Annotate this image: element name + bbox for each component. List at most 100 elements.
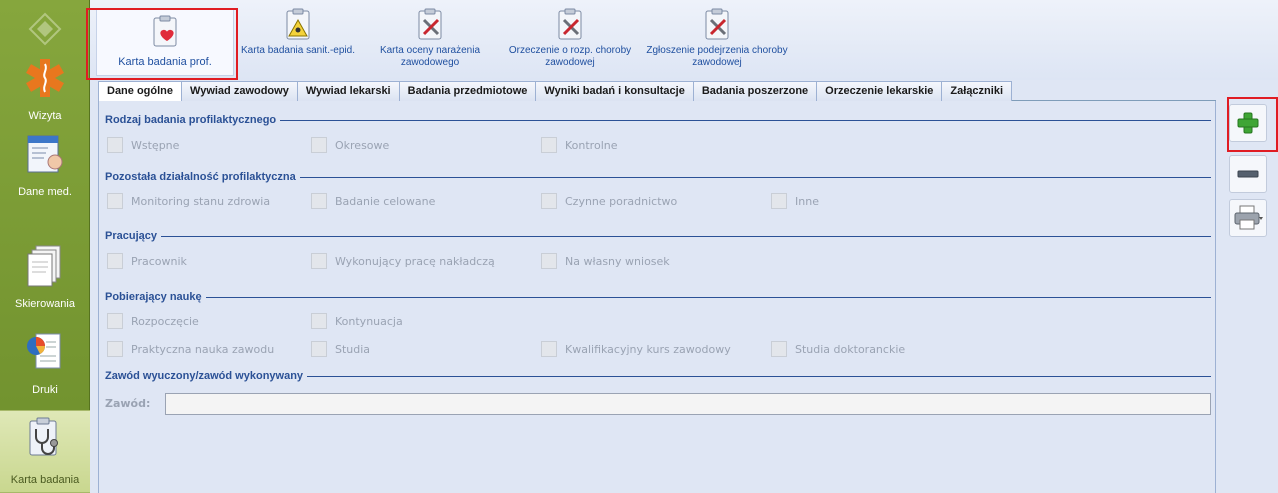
tab-wyniki-badan[interactable]: Wyniki badań i konsultacje [535, 81, 694, 101]
sidebar-item-label: Wizyta [28, 110, 62, 122]
checkbox-box[interactable] [107, 253, 123, 269]
checkbox-box[interactable] [771, 341, 787, 357]
toolbar-button-label: Karta oceny narażenia zawodowego [379, 45, 481, 68]
clipboard-hazard-icon [286, 8, 310, 40]
plus-icon [1237, 112, 1259, 134]
checkbox-box[interactable] [541, 253, 557, 269]
checkbox-praca-nakladcza[interactable]: Wykonujący pracę nakładczą [311, 252, 495, 270]
logo-icon [28, 12, 62, 46]
section-divider [205, 296, 1211, 298]
documents-icon [27, 245, 61, 287]
sidebar-item-druki[interactable]: Druki [0, 326, 90, 402]
sidebar-item-karta-badania[interactable]: Karta badania [0, 410, 90, 493]
clipboard-heart-icon [153, 15, 177, 47]
checkbox-monitoring[interactable]: Monitoring stanu zdrowia [107, 192, 270, 210]
tab-wywiad-lekarski[interactable]: Wywiad lekarski [296, 81, 400, 101]
checkbox-box[interactable] [107, 341, 123, 357]
checkbox-kurs-zawodowy[interactable]: Kwalifikacyjny kurs zawodowy [541, 340, 731, 358]
checkbox-box[interactable] [311, 253, 327, 269]
sidebar-item-wizyta[interactable]: Wizyta [0, 52, 90, 128]
checkbox-wlasny-wniosek[interactable]: Na własny wniosek [541, 252, 670, 270]
checkbox-label: Okresowe [335, 138, 390, 152]
checkbox-label: Pracownik [131, 254, 187, 268]
minus-icon [1237, 170, 1259, 178]
section-pobierajacy-nauke: Pobierający naukę [105, 290, 1211, 304]
zawod-label: Zawód: [105, 397, 151, 410]
section-title: Pobierający naukę [105, 291, 202, 303]
checkbox-box[interactable] [541, 341, 557, 357]
checkbox-praktyczna-nauka[interactable]: Praktyczna nauka zawodu [107, 340, 274, 358]
checkbox-box[interactable] [107, 193, 123, 209]
checkbox-pracownik[interactable]: Pracownik [107, 252, 187, 270]
checkbox-rozpoczecie[interactable]: Rozpoczęcie [107, 312, 199, 330]
checkbox-label: Czynne poradnictwo [565, 194, 678, 208]
checkbox-label: Studia doktoranckie [795, 342, 906, 356]
toolbar-button-label: Karta badania sanit.-epid. [241, 45, 355, 56]
checkbox-okresowe[interactable]: Okresowe [311, 136, 389, 154]
clipboard-tools-icon [705, 8, 729, 40]
checkbox-box[interactable] [311, 193, 327, 209]
checkbox-box[interactable] [541, 137, 557, 153]
report-chart-icon [27, 333, 61, 369]
checkbox-inne[interactable]: Inne [771, 192, 819, 210]
section-divider [160, 235, 1211, 237]
sidebar-item-dane-med[interactable]: Dane med. [0, 128, 90, 204]
checkbox-studia[interactable]: Studia [311, 340, 370, 358]
tab-badania-poszerzone[interactable]: Badania poszerzone [692, 81, 818, 101]
checkbox-box[interactable] [311, 341, 327, 357]
checkbox-czynne-poradnictwo[interactable]: Czynne poradnictwo [541, 192, 677, 210]
add-button[interactable] [1229, 104, 1267, 142]
clipboard-tools-icon [418, 8, 442, 40]
toolbar-button-label: Karta badania prof. [118, 56, 212, 68]
toolbar-karta-badania-prof-button[interactable]: Karta badania prof. [96, 8, 234, 76]
checkbox-label: Studia [335, 342, 371, 356]
toolbar-orzeczenie-choroby-button[interactable]: Orzeczenie o rozp. choroby zawodowej [500, 8, 640, 76]
section-title: Pracujący [105, 230, 157, 242]
checkbox-wstepne[interactable]: Wstępne [107, 136, 179, 154]
remove-button[interactable] [1229, 155, 1267, 193]
checkbox-label: Monitoring stanu zdrowia [131, 194, 271, 208]
sidebar-item-label: Druki [32, 384, 58, 396]
checkbox-box[interactable] [771, 193, 787, 209]
checkbox-box[interactable] [311, 313, 327, 329]
toolbar-karta-sanit-epid-button[interactable]: Karta badania sanit.-epid. [236, 8, 360, 76]
section-divider [280, 119, 1211, 121]
print-icon [1234, 205, 1263, 230]
checkbox-label: Kwalifikacyjny kurs zawodowy [565, 342, 731, 356]
tab-orzeczenie-lekarskie[interactable]: Orzeczenie lekarskie [816, 81, 943, 101]
checkbox-label: Kontynuacja [335, 314, 403, 328]
tab-badania-przedmiotowe[interactable]: Badania przedmiotowe [398, 81, 537, 101]
toolbar-karta-oceny-narazenia-button[interactable]: Karta oceny narażenia zawodowego [362, 8, 498, 76]
checkbox-label: Kontrolne [565, 138, 618, 152]
section-pracujacy: Pracujący [105, 229, 1211, 243]
print-button[interactable] [1229, 199, 1267, 237]
sidebar-item-label: Skierowania [15, 298, 75, 310]
sidebar-item-label: Karta badania [10, 474, 80, 486]
checkbox-kontrolne[interactable]: Kontrolne [541, 136, 618, 154]
tab-dane-ogolne[interactable]: Dane ogólne [98, 81, 183, 102]
toolbar-button-label: Zgłoszenie podejrzenia choroby zawodowej [646, 45, 788, 68]
checkbox-studia-doktoranckie[interactable]: Studia doktoranckie [771, 340, 905, 358]
checkbox-label: Praktyczna nauka zawodu [131, 342, 275, 356]
checkbox-label: Na własny wniosek [565, 254, 670, 268]
form-panel: Rodzaj badania profilaktycznego Wstępne … [98, 101, 1216, 493]
zawod-input[interactable] [165, 393, 1211, 415]
toolbar-button-label: Orzeczenie o rozp. choroby zawodowej [508, 45, 632, 68]
medical-star-icon [26, 59, 64, 97]
patient-record-icon [27, 135, 63, 173]
checkbox-kontynuacja[interactable]: Kontynuacja [311, 312, 403, 330]
checkbox-box[interactable] [541, 193, 557, 209]
section-pozostala-dzialalnosc: Pozostała działalność profilaktyczna [105, 170, 1211, 184]
tab-wywiad-zawodowy[interactable]: Wywiad zawodowy [181, 81, 298, 101]
checkbox-label: Inne [795, 194, 819, 208]
checkbox-box[interactable] [311, 137, 327, 153]
section-rodzaj-badania: Rodzaj badania profilaktycznego [105, 113, 1211, 127]
stethoscope-clipboard-icon [29, 417, 58, 456]
checkbox-box[interactable] [107, 313, 123, 329]
tab-zalaczniki[interactable]: Załączniki [941, 81, 1012, 101]
toolbar-zgloszenie-podejrzenia-button[interactable]: Zgłoszenie podejrzenia choroby zawodowej [642, 8, 792, 76]
checkbox-box[interactable] [107, 137, 123, 153]
checkbox-label: Badanie celowane [335, 194, 436, 208]
checkbox-badanie-celowane[interactable]: Badanie celowane [311, 192, 435, 210]
sidebar-item-skierowania[interactable]: Skierowania [0, 240, 90, 316]
